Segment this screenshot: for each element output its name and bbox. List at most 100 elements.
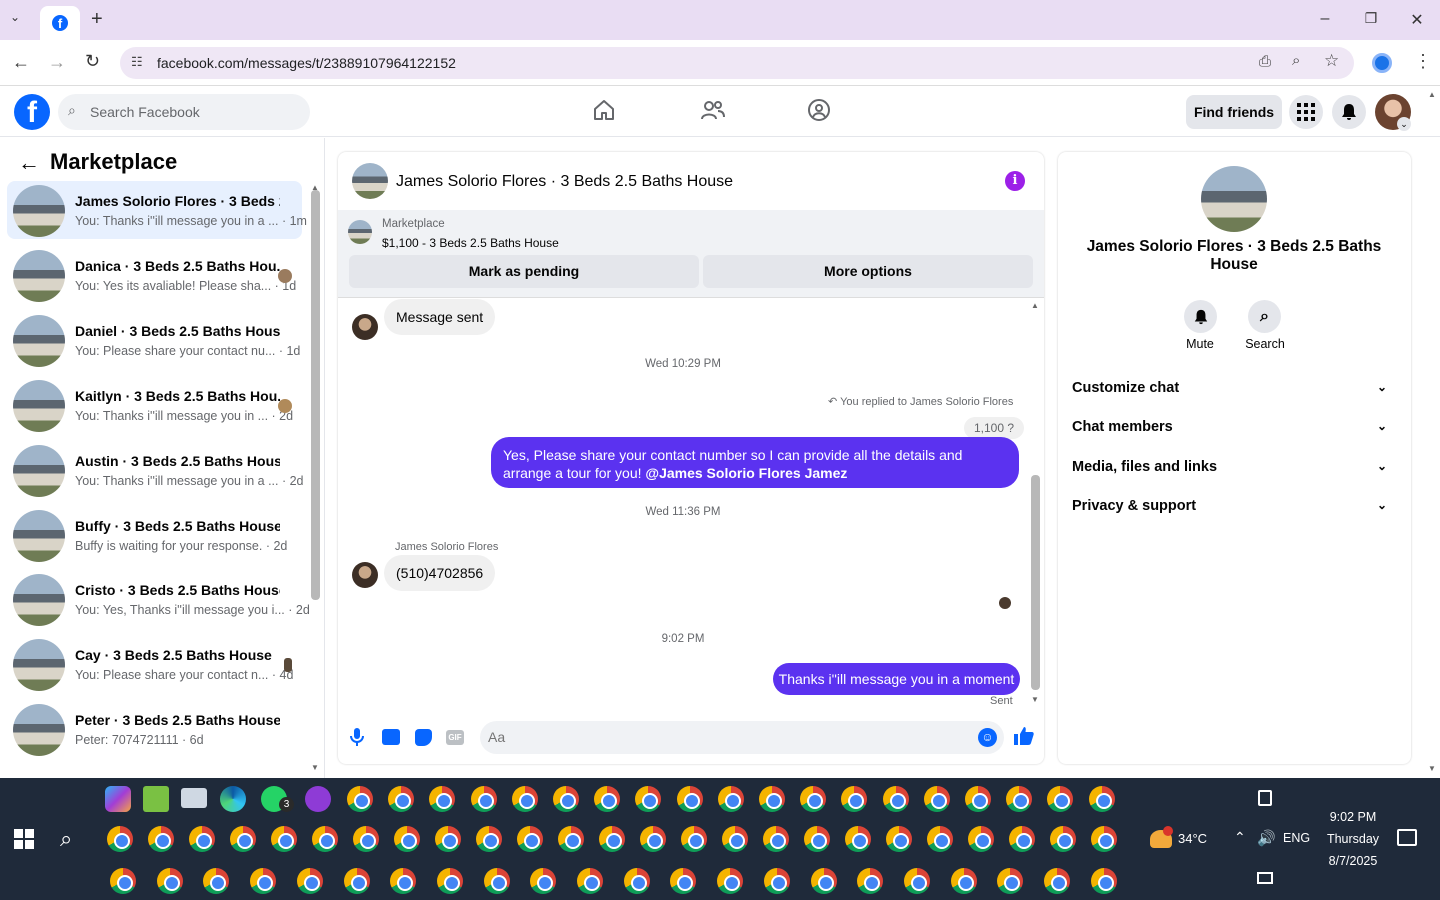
message-composer[interactable] <box>480 721 1004 754</box>
thumbs-up-icon[interactable] <box>1014 726 1034 752</box>
chrome-window-icon[interactable] <box>676 786 703 812</box>
tab-search-chevron-icon[interactable]: ⌄ <box>10 10 20 24</box>
clock-time[interactable]: 9:02 PM <box>1318 810 1388 824</box>
chrome-window-icon[interactable] <box>857 868 884 894</box>
bookmark-star-icon[interactable]: ☆ <box>1324 51 1339 71</box>
more-options-button[interactable]: More options <box>703 255 1033 288</box>
emoji-icon[interactable]: ☺ <box>978 728 997 747</box>
chrome-window-icon[interactable] <box>763 868 790 894</box>
chrome-window-icon[interactable] <box>1044 868 1070 894</box>
chrome-window-icon[interactable] <box>640 826 666 852</box>
chrome-window-icon[interactable] <box>107 826 133 852</box>
chat-members-row[interactable]: Chat members ⌄ <box>1072 419 1397 435</box>
url-text[interactable]: facebook.com/messages/t/2388910796412215… <box>157 55 456 71</box>
browser-menu-icon[interactable]: ⋮ <box>1414 51 1432 72</box>
incoming-message[interactable]: Message sent <box>384 299 496 335</box>
network-icon[interactable] <box>1257 872 1273 884</box>
chrome-window-icon[interactable] <box>1050 826 1076 852</box>
chrome-window-icon[interactable] <box>882 786 909 812</box>
chrome-window-icon[interactable] <box>845 826 871 852</box>
keyboard-app-icon[interactable] <box>181 788 207 808</box>
conversation-item[interactable]: Kaitlyn · 3 Beds 2.5 Baths Hou... You: T… <box>7 376 302 434</box>
chrome-window-icon[interactable] <box>483 868 510 894</box>
page-scroll-up-icon[interactable]: ▲ <box>1428 90 1436 99</box>
conversation-item[interactable]: Cristo · 3 Beds 2.5 Baths House You: Yes… <box>7 570 310 628</box>
chrome-window-icon[interactable] <box>594 786 621 812</box>
chat-scrollbar[interactable] <box>1031 475 1040 690</box>
chrome-window-icon[interactable] <box>886 826 912 852</box>
chrome-window-icon[interactable] <box>230 826 256 852</box>
zoom-icon[interactable]: ⌕ <box>1292 52 1300 69</box>
close-window-icon[interactable]: ✕ <box>1407 10 1427 30</box>
action-center-icon[interactable] <box>1397 829 1417 846</box>
chrome-window-icon[interactable] <box>353 826 379 852</box>
chrome-window-icon[interactable] <box>312 826 338 852</box>
back-icon[interactable]: ← <box>12 52 30 73</box>
scroll-down-arrow-icon[interactable]: ▼ <box>311 763 319 772</box>
chrome-window-icon[interactable] <box>965 786 991 812</box>
chrome-window-icon[interactable] <box>296 868 323 894</box>
facebook-logo[interactable]: f <box>14 94 50 130</box>
chrome-window-icon[interactable] <box>722 826 748 852</box>
chrome-window-icon[interactable] <box>517 826 543 852</box>
notepad-app-icon[interactable] <box>143 786 169 812</box>
mute-button[interactable] <box>1184 300 1217 333</box>
conversation-item[interactable]: James Solorio Flores · 3 Beds 2.... You:… <box>7 181 307 239</box>
quoted-message[interactable]: 1,100 ? <box>964 417 1025 439</box>
browser-tab-facebook[interactable]: f <box>40 6 80 40</box>
chrome-window-icon[interactable] <box>759 786 785 812</box>
customize-chat-row[interactable]: Customize chat ⌄ <box>1072 380 1397 396</box>
chrome-profile-icon[interactable] <box>305 786 331 812</box>
conversation-item[interactable]: Peter · 3 Beds 2.5 Baths House Peter: 70… <box>7 700 302 758</box>
extension-icon[interactable] <box>1372 53 1392 73</box>
sidebar-scrollbar[interactable] <box>311 190 320 600</box>
chat-header-thumbnail[interactable] <box>352 163 388 199</box>
chrome-window-icon[interactable] <box>577 868 603 894</box>
chrome-window-icon[interactable] <box>189 826 215 852</box>
chrome-window-icon[interactable] <box>250 868 277 894</box>
listing-title[interactable]: $1,100 - 3 Beds 2.5 Baths House <box>382 236 559 250</box>
chrome-window-icon[interactable] <box>558 826 584 852</box>
chrome-window-icon[interactable] <box>271 826 297 852</box>
chrome-window-icon[interactable] <box>1091 826 1117 852</box>
friends-nav-icon[interactable] <box>700 98 726 122</box>
copilot-app-icon[interactable] <box>105 786 131 812</box>
chrome-window-icon[interactable] <box>810 868 837 894</box>
chrome-window-icon[interactable] <box>436 868 463 894</box>
chrome-window-icon[interactable] <box>1090 868 1117 894</box>
chrome-window-icon[interactable] <box>110 868 136 894</box>
language-indicator[interactable]: ENG <box>1283 831 1310 845</box>
find-friends-button[interactable]: Find friends <box>1186 95 1282 129</box>
chrome-window-icon[interactable] <box>800 786 827 812</box>
start-windows-icon[interactable] <box>14 829 34 849</box>
chrome-window-icon[interactable] <box>1006 786 1033 812</box>
chrome-window-icon[interactable] <box>1088 786 1115 812</box>
chrome-window-icon[interactable] <box>343 868 370 894</box>
chrome-window-icon[interactable] <box>156 868 183 894</box>
chrome-window-icon[interactable] <box>903 868 930 894</box>
outgoing-message[interactable]: Thanks i''ill message you in a moment <box>773 663 1020 695</box>
incoming-message[interactable]: (510)4702856 <box>384 555 496 591</box>
chrome-window-icon[interactable] <box>681 826 707 852</box>
tablet-mode-icon[interactable] <box>1258 790 1272 806</box>
show-hidden-icons-icon[interactable]: ⌃ <box>1234 829 1246 846</box>
chrome-window-icon[interactable] <box>148 826 174 852</box>
chrome-window-icon[interactable] <box>476 826 502 852</box>
listing-thumbnail[interactable] <box>348 220 372 244</box>
mention[interactable]: @James Solorio Flores Jamez <box>645 465 847 481</box>
chrome-window-icon[interactable] <box>968 826 994 852</box>
conversation-item[interactable]: Buffy · 3 Beds 2.5 Baths House Buffy is … <box>7 506 302 564</box>
chrome-window-icon[interactable] <box>804 826 830 852</box>
edge-app-icon[interactable] <box>220 786 246 812</box>
new-tab-icon[interactable]: + <box>91 8 103 31</box>
chrome-window-icon[interactable] <box>394 826 420 852</box>
chrome-window-icon[interactable] <box>470 786 497 812</box>
restore-icon[interactable]: ❐ <box>1361 10 1381 27</box>
reload-icon[interactable]: ↻ <box>85 51 100 72</box>
chrome-window-icon[interactable] <box>511 786 538 812</box>
info-icon[interactable]: i <box>1005 171 1025 191</box>
microphone-icon[interactable] <box>350 728 364 746</box>
search-in-chat-button[interactable]: ⌕ <box>1248 300 1281 333</box>
page-scroll-down-icon[interactable]: ▼ <box>1428 764 1436 773</box>
chrome-window-icon[interactable] <box>763 826 789 852</box>
